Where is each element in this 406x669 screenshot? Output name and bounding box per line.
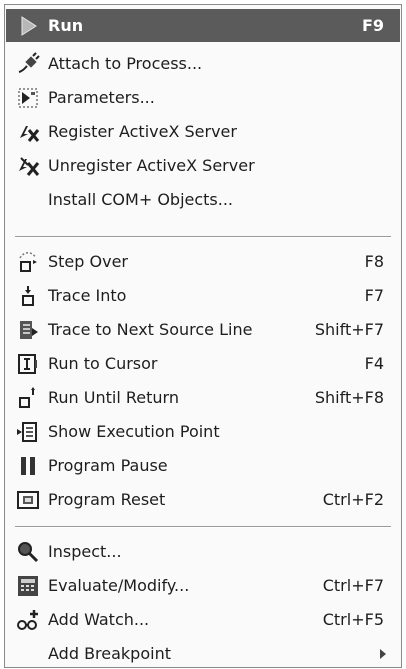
menu-item-shortcut: Ctrl+F7 [322,576,384,595]
menu-item-shortcut: Ctrl+F5 [322,610,384,629]
step-over-icon [15,249,41,275]
menu-item-shortcut: F7 [364,286,384,305]
menu-item-label: Program Pause [48,456,168,475]
inspect-magnifier-icon [15,539,41,565]
menu-item-label: Run [48,16,84,35]
add-watch-glasses-icon [15,607,41,633]
menu-item-label: Run Until Return [48,388,179,407]
menu-item-parameters[interactable]: Parameters... [6,81,400,114]
menu-item-label: Register ActiveX Server [48,122,237,141]
menu-item-add-watch[interactable]: Add Watch... Ctrl+F5 [6,603,400,636]
menu-item-label: Attach to Process... [48,54,203,73]
trace-next-line-icon [15,317,41,343]
menu-item-shortcut: F8 [364,252,384,271]
run-to-cursor-icon [15,351,41,377]
menu-item-label: Inspect... [48,542,122,561]
menu-item-label: Add Watch... [48,610,150,629]
menu-item-label: Trace to Next Source Line [48,320,253,339]
menu-item-shortcut: F9 [361,16,384,35]
menu-item-shortcut: F4 [364,354,384,373]
menu-item-step-over[interactable]: Step Over F8 [6,245,400,278]
menu-item-shortcut: Shift+F8 [314,388,384,407]
menu-item-install-com-objects[interactable]: Install COM+ Objects... [6,183,400,216]
menu-item-shortcut: Shift+F7 [314,320,384,339]
menu-item-trace-to-next-source-line[interactable]: Trace to Next Source Line Shift+F7 [6,313,400,346]
menu-item-label: Parameters... [48,88,155,107]
menu-item-add-breakpoint[interactable]: Add Breakpoint [6,637,400,667]
attach-plug-icon [15,51,41,77]
register-activex-icon [15,119,41,145]
menu-item-run-until-return[interactable]: Run Until Return Shift+F8 [6,381,400,414]
reset-icon [15,487,41,513]
menu-item-program-pause[interactable]: Program Pause [6,449,400,482]
execution-point-icon [15,419,41,445]
menu-item-show-execution-point[interactable]: Show Execution Point [6,415,400,448]
menu-item-label: Step Over [48,252,128,271]
parameters-icon [15,85,41,111]
menu-item-run-to-cursor[interactable]: Run to Cursor F4 [6,347,400,380]
menu-item-label: Show Execution Point [48,422,220,441]
menu-item-program-reset[interactable]: Program Reset Ctrl+F2 [6,483,400,516]
pause-icon [15,453,41,479]
run-arrow-icon [15,13,41,39]
trace-into-icon [15,283,41,309]
unregister-activex-icon [15,153,41,179]
menu-separator [15,526,391,528]
menu-item-unregister-activex-server[interactable]: Unregister ActiveX Server [6,149,400,182]
menu-item-label: Program Reset [48,490,166,509]
menu-item-label: Unregister ActiveX Server [48,156,255,175]
menu-item-label: Install COM+ Objects... [48,190,234,209]
menu-item-inspect[interactable]: Inspect... [6,535,400,568]
menu-item-shortcut: Ctrl+F2 [322,490,384,509]
run-menu: Run F9 Attach to Process... Parameters..… [4,4,402,668]
menu-item-attach-to-process[interactable]: Attach to Process... [6,47,400,80]
menu-item-label: Evaluate/Modify... [48,576,190,595]
menu-item-run[interactable]: Run F9 [6,9,400,42]
menu-separator [15,236,391,238]
menu-item-register-activex-server[interactable]: Register ActiveX Server [6,115,400,148]
menu-item-label: Add Breakpoint [48,644,171,663]
menu-item-label: Run to Cursor [48,354,158,373]
submenu-arrow-icon [380,648,386,659]
menu-item-label: Trace Into [48,286,127,305]
menu-item-evaluate-modify[interactable]: Evaluate/Modify... Ctrl+F7 [6,569,400,602]
evaluate-calculator-icon [15,573,41,599]
menu-item-trace-into[interactable]: Trace Into F7 [6,279,400,312]
run-until-return-icon [15,385,41,411]
